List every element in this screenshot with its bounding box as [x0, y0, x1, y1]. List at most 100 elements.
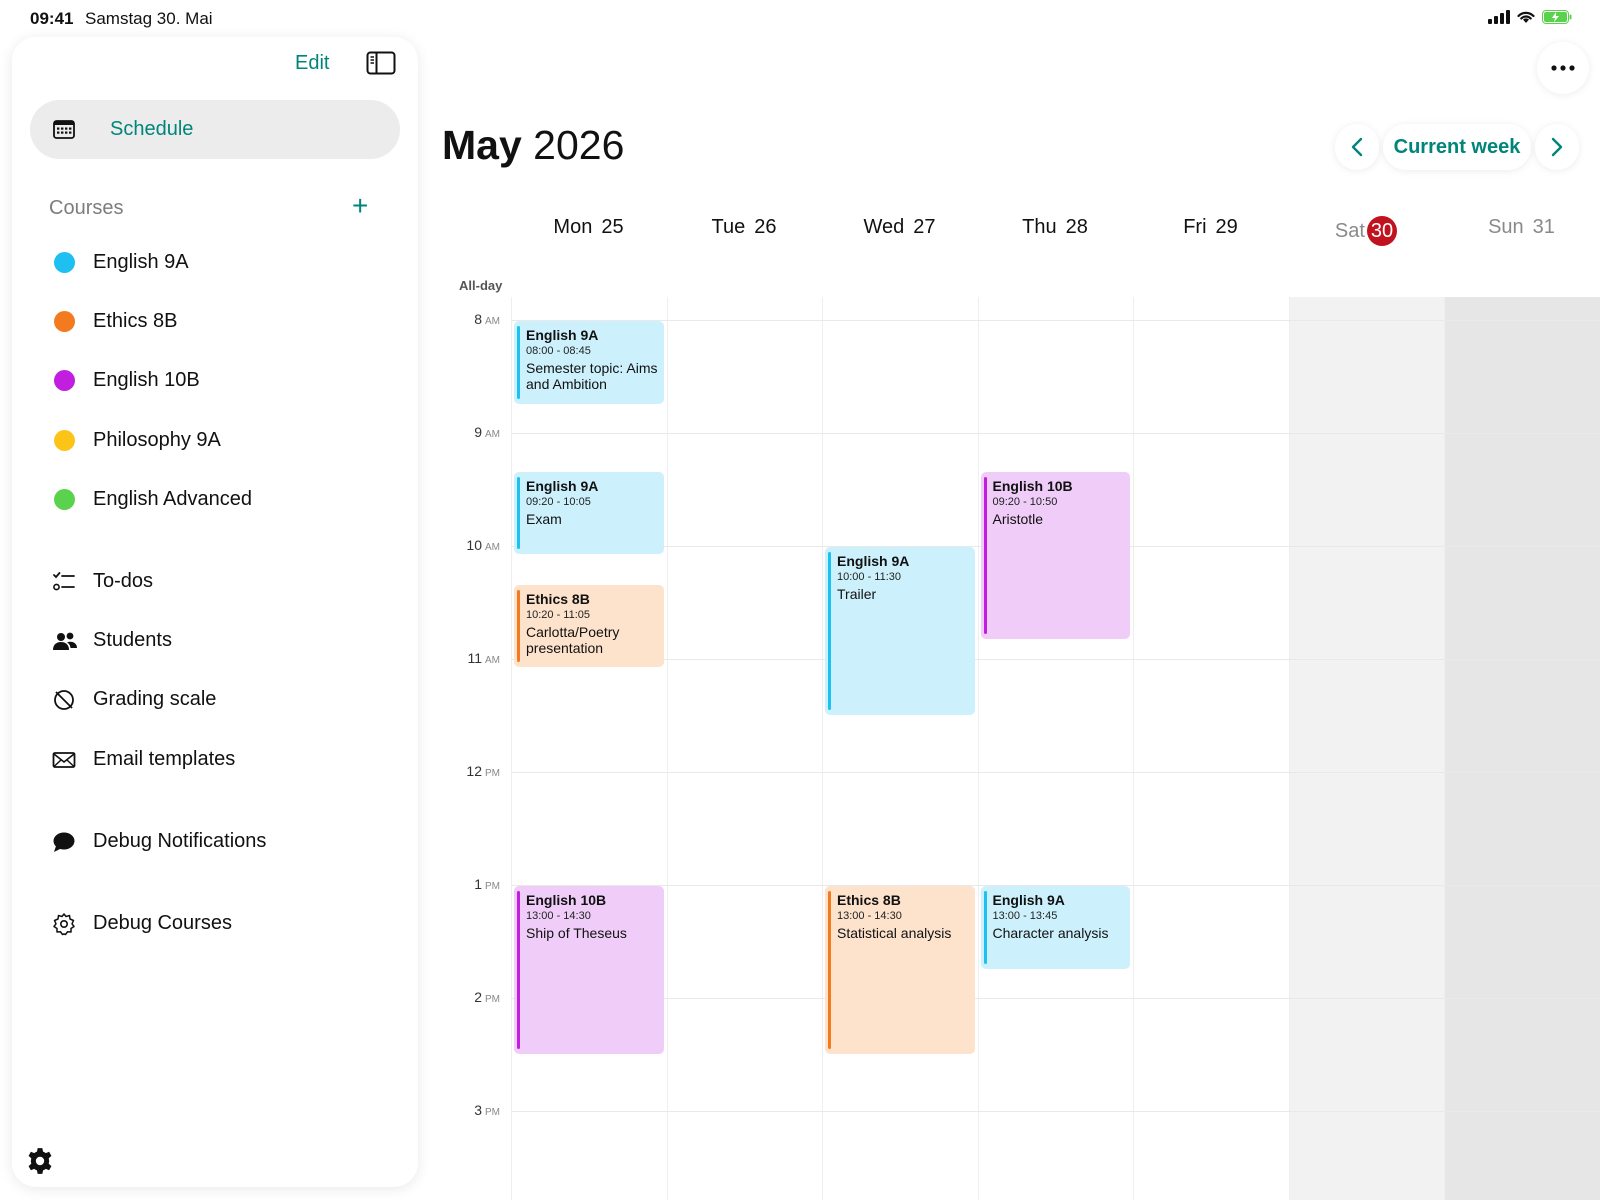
day-name: Thu — [1022, 216, 1057, 238]
current-week-button[interactable]: Current week — [1383, 124, 1531, 170]
event-title: Ethics 8B — [526, 590, 590, 607]
sidebar-item-philosophy-9a[interactable]: Philosophy 9A — [12, 418, 418, 462]
event-description: Aristotle — [992, 510, 1044, 527]
next-week-button[interactable] — [1535, 124, 1579, 170]
sidebar-toggle-icon[interactable] — [366, 51, 396, 80]
status-icons — [1488, 10, 1572, 24]
event-english-9a[interactable]: English 9A 13:00 - 13:45 Character analysi… — [980, 886, 1130, 969]
event-description: Semester topic: Aims and Ambition — [526, 360, 658, 392]
hour-line — [511, 998, 1600, 999]
sidebar-item-english-advanced[interactable]: English Advanced — [12, 477, 418, 521]
event-english-10b[interactable]: English 10B 09:20 - 10:50 Aristotle — [980, 471, 1130, 640]
hour-line — [511, 320, 1600, 321]
sidebar-item-todos[interactable]: To-dos — [12, 559, 418, 603]
add-course-button[interactable]: + — [352, 192, 368, 220]
day-header-sun[interactable]: Sun 31 — [1444, 216, 1599, 239]
day-header-mon[interactable]: Mon 25 — [511, 216, 666, 239]
cellular-signal-icon — [1488, 10, 1510, 24]
day-number: 29 — [1215, 216, 1238, 238]
sidebar-item-english-10b[interactable]: English 10B — [12, 358, 418, 402]
event-english-9a[interactable]: English 9A 10:00 - 11:30 Trailer — [825, 547, 975, 715]
sidebar-item-label: Debug Notifications — [93, 830, 267, 852]
grading-scale-icon — [52, 688, 76, 712]
hour-period: PM — [485, 768, 500, 779]
status-time: 09:41 — [30, 9, 74, 28]
hour-line — [511, 433, 1600, 434]
day-header-thu[interactable]: Thu 28 — [978, 216, 1133, 239]
event-accent-bar — [517, 891, 520, 1049]
sidebar-item-label: Email templates — [93, 748, 236, 770]
speech-bubble-icon — [52, 830, 76, 854]
chevron-right-icon — [1551, 137, 1563, 157]
event-title: English 9A — [992, 892, 1065, 908]
event-time: 09:20 - 10:50 — [992, 495, 1058, 508]
hour-line — [511, 772, 1600, 773]
event-time: 13:00 - 13:45 — [992, 910, 1058, 922]
day-name: Wed — [863, 216, 905, 238]
event-accent-bar — [983, 891, 987, 964]
edit-button[interactable]: Edit — [295, 52, 329, 75]
sidebar-item-label: English 9A — [93, 251, 189, 273]
hour-label: 2 PM — [450, 989, 500, 1005]
sidebar-item-label: Schedule — [110, 118, 194, 140]
event-ethics-8b[interactable]: Ethics 8B 13:00 - 14:30 Statistical analys… — [825, 886, 975, 1054]
event-accent-bar — [828, 891, 831, 1049]
sidebar-item-label: English 10B — [93, 369, 200, 391]
hour-value: 1 — [474, 876, 482, 892]
hour-value: 11 — [467, 650, 482, 666]
day-name: Sun — [1488, 216, 1524, 238]
hour-label: 1 PM — [450, 876, 500, 892]
week-navigation: Current week — [1335, 124, 1581, 170]
event-title: English 9A — [526, 327, 599, 343]
sidebar-item-debug-notifications[interactable]: Debug Notifications — [12, 819, 418, 863]
event-accent-bar — [517, 589, 520, 663]
sidebar-item-grading-scale[interactable]: Grading scale — [12, 677, 418, 721]
settings-gear-icon[interactable] — [26, 1147, 54, 1180]
sidebar-item-schedule[interactable]: Schedule — [30, 100, 400, 159]
course-color-dot — [54, 430, 75, 451]
courses-heading: Courses — [49, 197, 124, 219]
week-grid[interactable]: English 9A 08:00 - 08:45 Semester topic: A… — [511, 297, 1600, 1200]
sidebar-item-english-9a[interactable]: English 9A — [12, 240, 418, 284]
hour-period: PM — [485, 994, 500, 1005]
event-ethics-8b[interactable]: Ethics 8B 10:20 - 11:05 Carlotta/Poetry pr… — [514, 584, 664, 668]
event-time: 13:00 - 14:30 — [526, 910, 591, 922]
day-header-fri[interactable]: Fri 29 — [1133, 216, 1288, 239]
hour-label: 12 PM — [450, 763, 500, 779]
event-time: 10:20 - 11:05 — [526, 608, 591, 621]
title-month: May — [442, 122, 522, 168]
envelope-icon — [52, 748, 76, 772]
hour-value: 8 — [474, 311, 482, 327]
hour-value: 2 — [474, 989, 482, 1005]
wifi-icon — [1517, 11, 1535, 23]
event-accent-bar — [983, 476, 987, 635]
today-badge: 30 — [1366, 216, 1398, 246]
previous-week-button[interactable] — [1335, 124, 1379, 170]
hour-label: 8 AM — [450, 311, 500, 327]
sidebar-item-debug-courses[interactable]: Debug Courses — [12, 901, 418, 945]
event-title: English 9A — [837, 553, 910, 569]
day-name: Fri — [1183, 216, 1207, 238]
event-english-9a[interactable]: English 9A 09:20 - 10:05 Exam — [514, 471, 664, 555]
event-english-9a[interactable]: English 9A 08:00 - 08:45 Semester topic: A… — [514, 321, 664, 404]
event-accent-bar — [517, 476, 520, 550]
event-english-10b[interactable]: English 10B 13:00 - 14:30 Ship of Theseus — [514, 886, 664, 1054]
day-header-tue[interactable]: Tue 26 — [667, 216, 822, 239]
event-title: English 10B — [992, 477, 1073, 494]
sidebar-item-students[interactable]: Students — [12, 618, 418, 662]
course-color-dot — [54, 252, 75, 273]
sidebar-item-label: Debug Courses — [93, 912, 232, 934]
more-options-button[interactable] — [1537, 42, 1589, 94]
event-time: 09:20 - 10:05 — [526, 495, 591, 508]
sidebar-item-ethics-8b[interactable]: Ethics 8B — [12, 299, 418, 343]
event-description: Character analysis — [992, 925, 1109, 941]
day-header-sat[interactable]: Sat 30 — [1289, 216, 1444, 246]
sidebar-item-email-templates[interactable]: Email templates — [12, 737, 418, 781]
course-color-dot — [54, 489, 75, 510]
event-accent-bar — [517, 326, 520, 399]
sidebar-item-label: English Advanced — [93, 488, 253, 510]
day-header-wed[interactable]: Wed 27 — [822, 216, 977, 239]
hour-value: 9 — [474, 424, 482, 440]
event-time: 10:00 - 11:30 — [837, 571, 902, 583]
people-icon — [52, 629, 77, 653]
